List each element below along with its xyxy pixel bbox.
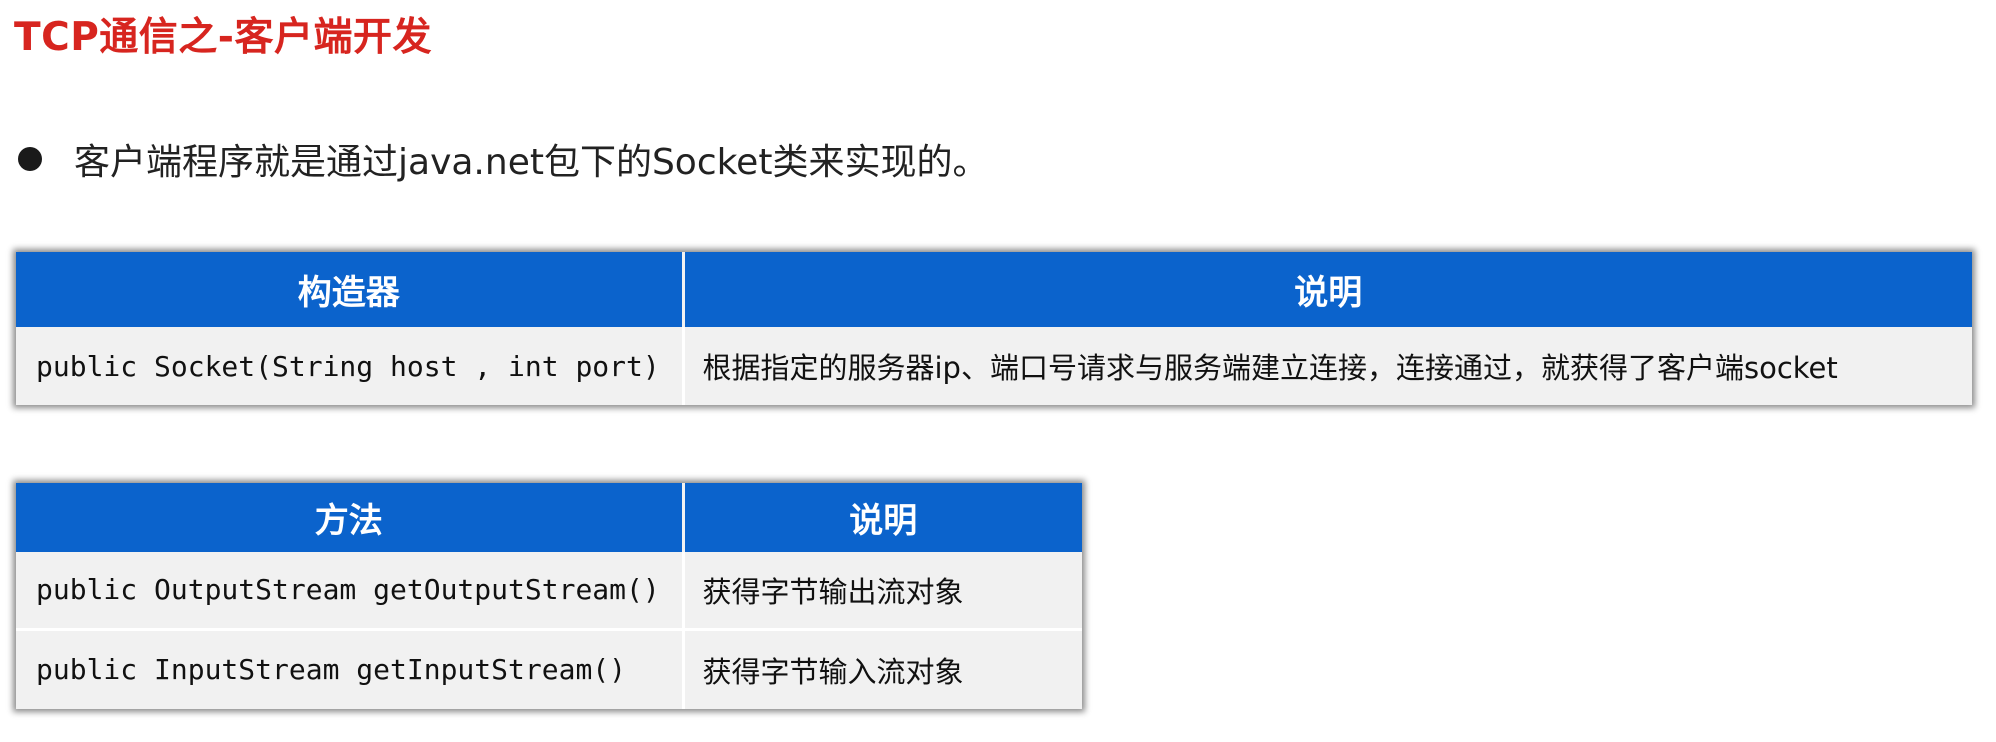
method-description: 获得字节输出流对象	[683, 552, 1082, 629]
page-title: TCP通信之-客户端开发	[14, 15, 432, 60]
method-header: 方法	[16, 483, 685, 552]
constructor-table: 构造器 说明 public Socket(String host , int p…	[16, 252, 1972, 405]
method-signature: public InputStream getInputStream()	[16, 627, 685, 709]
constructor-description: 根据指定的服务器ip、端口号请求与服务端建立连接，连接通过，就获得了客户端soc…	[683, 327, 1972, 405]
intro-text: 客户端程序就是通过java.net包下的Socket类来实现的。	[74, 142, 989, 183]
constructor-description-header: 说明	[683, 252, 1972, 327]
constructor-header: 构造器	[16, 252, 685, 327]
constructor-signature: public Socket(String host , int port)	[16, 327, 685, 405]
bullet-dot-icon	[18, 147, 42, 171]
table-row: public Socket(String host , int port) 根据…	[16, 327, 1972, 405]
table-row: public OutputStream getOutputStream() 获得…	[16, 552, 1082, 629]
intro-bullet: 客户端程序就是通过java.net包下的Socket类来实现的。	[14, 131, 988, 187]
method-signature: public OutputStream getOutputStream()	[16, 552, 685, 629]
method-description-header: 说明	[683, 483, 1082, 552]
table-row: public InputStream getInputStream() 获得字节…	[16, 627, 1082, 709]
method-description: 获得字节输入流对象	[683, 627, 1082, 709]
method-table: 方法 说明 public OutputStream getOutputStrea…	[16, 483, 1082, 709]
